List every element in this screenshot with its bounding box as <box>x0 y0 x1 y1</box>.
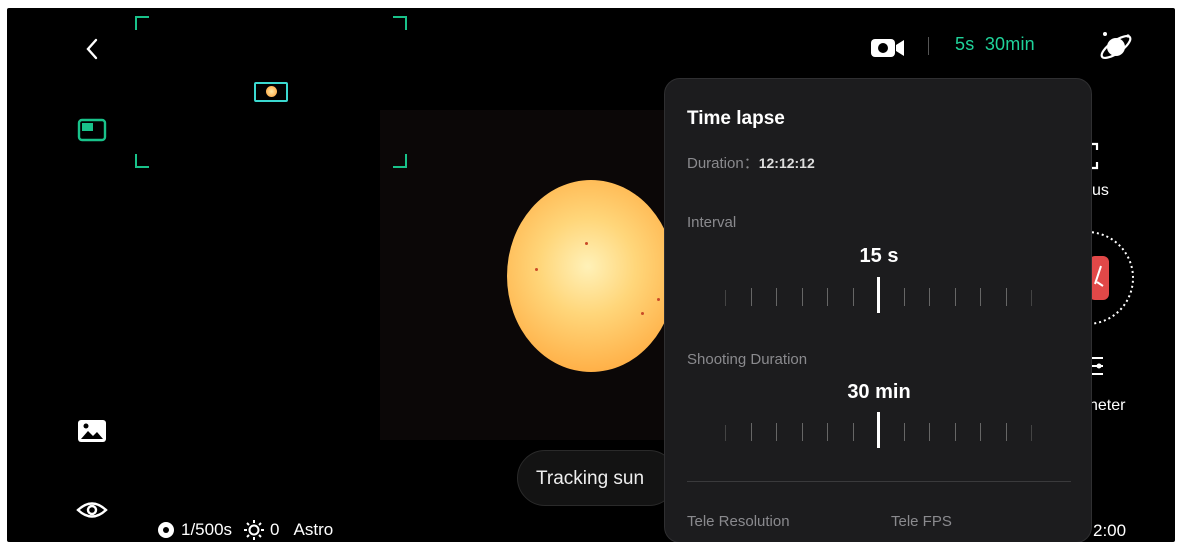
ruler-tick <box>903 423 905 441</box>
mode-label: Astro <box>293 520 334 539</box>
ruler-tick <box>954 288 956 306</box>
ruler-tick <box>1031 425 1032 441</box>
ruler-tick <box>903 288 905 306</box>
ruler-tick <box>980 288 981 306</box>
exposure-info[interactable]: 1/500s 0 Astro <box>157 520 333 540</box>
meter-label: neter <box>1089 397 1126 414</box>
ruler-tick <box>954 423 956 441</box>
meter-icon[interactable] <box>1089 354 1109 378</box>
ruler-tick <box>980 423 981 441</box>
camera-screen: 5s 30min us neter 2:00 Tracking sun 1/50… <box>7 8 1175 542</box>
ruler-tick <box>776 423 777 441</box>
tracking-text: Tracking sun <box>536 468 645 489</box>
shooting-duration-ruler[interactable] <box>725 412 1035 452</box>
shutter-value: 1/500s <box>181 520 233 539</box>
brightness-icon <box>244 520 265 540</box>
duration-row: Duration：12:12:12 <box>687 152 815 173</box>
ruler-tick <box>1005 423 1007 441</box>
timelapse-panel: Time lapse Duration：12:12:12 Interval 15… <box>664 78 1092 542</box>
ruler-tick <box>801 423 803 441</box>
interval-label: Interval <box>687 214 737 231</box>
ruler-indicator <box>877 412 880 448</box>
aperture-icon <box>158 522 174 538</box>
panel-divider <box>687 481 1071 482</box>
duration-value: 12:12:12 <box>758 155 815 171</box>
ruler-tick <box>725 290 726 306</box>
top-divider <box>928 37 929 55</box>
ruler-tick <box>827 288 828 306</box>
layout-icon[interactable] <box>77 118 107 142</box>
ruler-tick <box>725 425 726 441</box>
interval-value: 15 s <box>859 245 899 267</box>
sun-image <box>507 180 675 372</box>
ruler-tick <box>750 423 752 441</box>
eye-icon[interactable] <box>75 498 109 522</box>
ruler-tick <box>801 288 803 306</box>
tracking-toast: Tracking sun <box>517 450 677 506</box>
exposure-value: 0 <box>270 520 280 539</box>
tele-fps-label[interactable]: Tele FPS <box>891 513 952 530</box>
interval-ruler[interactable] <box>725 277 1035 317</box>
ruler-tick <box>750 288 752 306</box>
status-duration: 30min <box>984 34 1035 54</box>
ruler-tick <box>1005 288 1007 306</box>
ruler-tick <box>852 288 854 306</box>
gallery-icon[interactable] <box>77 418 107 444</box>
tele-resolution-label[interactable]: Tele Resolution <box>687 513 790 530</box>
status-interval: 5s <box>955 34 975 54</box>
panel-title: Time lapse <box>687 108 785 129</box>
minimap-sun-marker <box>254 82 288 102</box>
focus-label: us <box>1092 182 1109 199</box>
ruler-tick <box>929 288 930 306</box>
time-remaining: 2:00 <box>1093 521 1127 540</box>
ruler-tick <box>852 423 854 441</box>
back-icon[interactable] <box>77 34 107 64</box>
duration-label: Duration： <box>687 155 759 172</box>
ruler-indicator <box>877 277 880 313</box>
ruler-tick <box>776 288 777 306</box>
shooting-duration-label: Shooting Duration <box>687 351 808 368</box>
video-camera-icon[interactable] <box>869 36 907 60</box>
ruler-tick <box>1031 290 1032 306</box>
shooting-duration-value: 30 min <box>847 381 911 403</box>
ruler-tick <box>929 423 930 441</box>
ruler-tick <box>827 423 828 441</box>
satellite-icon[interactable] <box>1097 28 1135 66</box>
timelapse-status[interactable]: 5s 30min <box>955 34 1035 55</box>
